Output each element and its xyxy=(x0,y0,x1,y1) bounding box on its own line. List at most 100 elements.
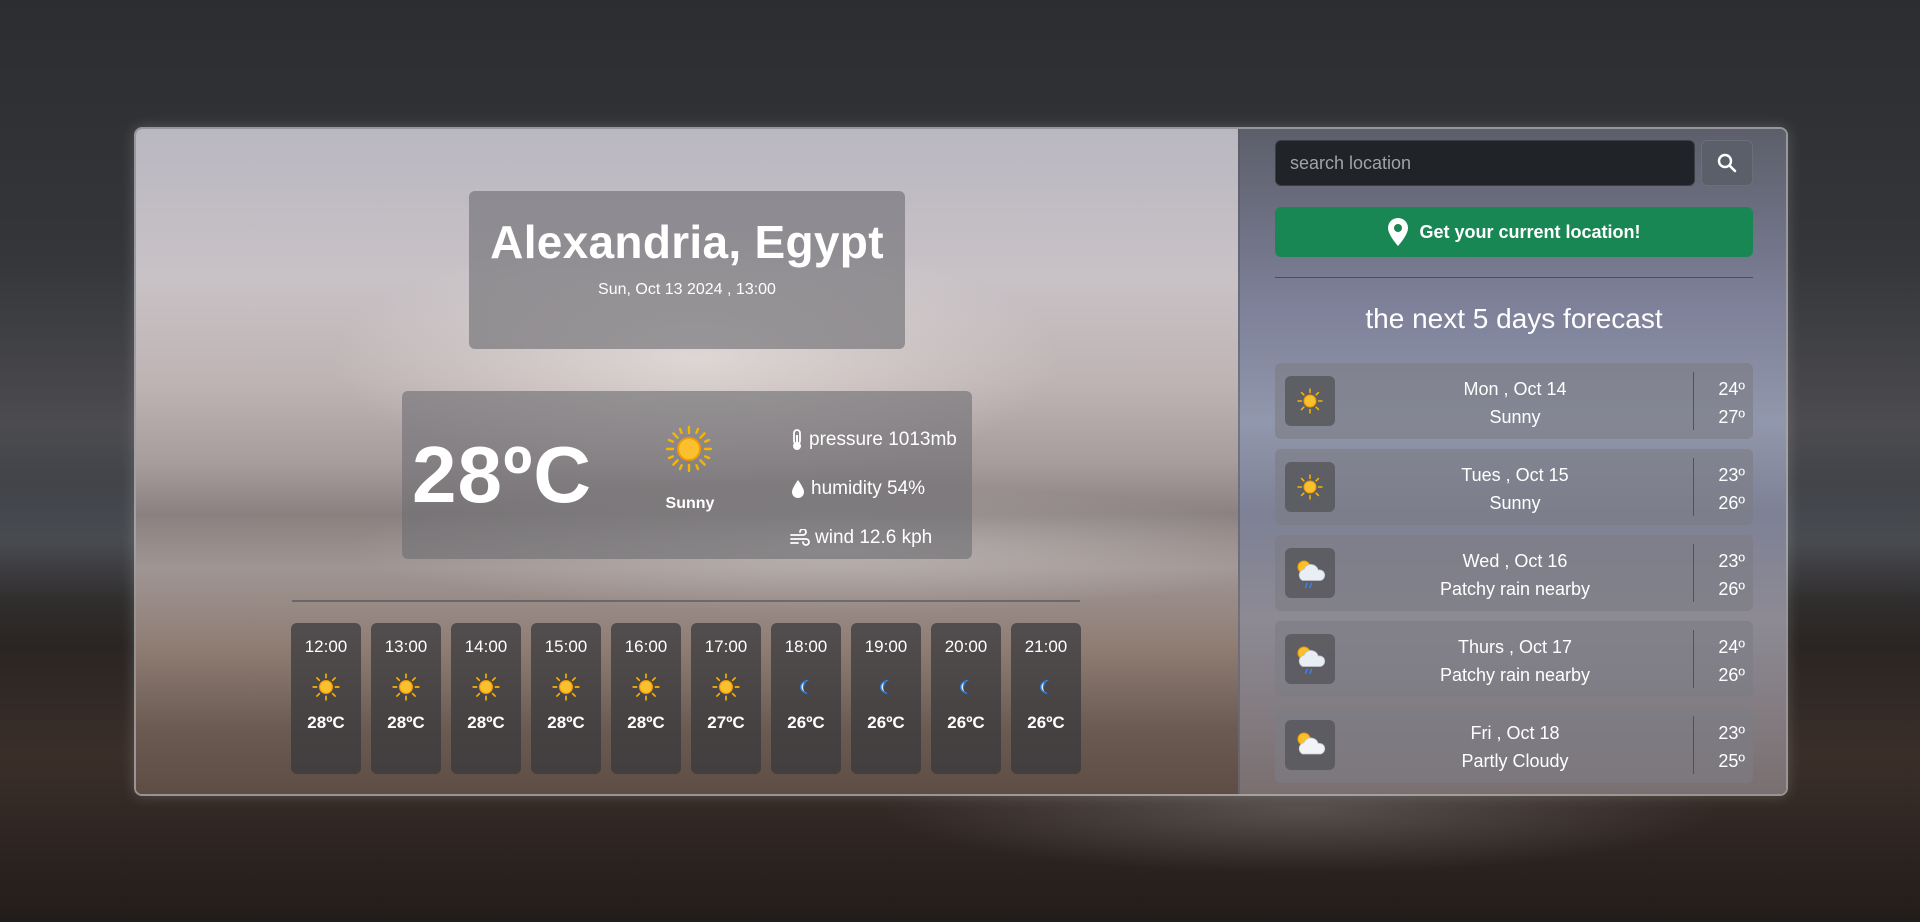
forecast-separator xyxy=(1693,544,1694,602)
forecast-separator xyxy=(1693,458,1694,516)
hour-temp: 26ºC xyxy=(867,713,905,732)
moon-icon xyxy=(1032,673,1060,701)
sun-icon xyxy=(312,673,340,701)
forecast-list: Mon , Oct 14 Sunny 24º 27º Tues , Oct 15… xyxy=(1275,363,1753,793)
hourly-item: 21:00 26ºC xyxy=(1011,623,1081,774)
forecast-temps: 23º 26º xyxy=(1718,547,1745,603)
hourly-item: 20:00 26ºC xyxy=(931,623,1001,774)
forecast-temps: 23º 25º xyxy=(1718,719,1745,775)
pressure-value: pressure 1013mb xyxy=(809,428,957,450)
hour-time: 12:00 xyxy=(304,637,348,656)
location-title: Alexandria, Egypt xyxy=(490,216,884,268)
forecast-separator xyxy=(1693,716,1694,774)
forecast-day: Fri , Oct 18 Partly Cloudy 23º 25º xyxy=(1275,707,1753,783)
forecast-icon-box xyxy=(1285,720,1335,770)
forecast-min: 24º xyxy=(1718,379,1745,399)
map-pin-icon xyxy=(1388,218,1409,246)
hour-temp: 28ºC xyxy=(547,713,585,732)
hourly-forecast: 12:00 28ºC 13:00 28ºC 14:00 28ºC 15:00 2… xyxy=(291,623,1081,774)
current-conditions: 28ºC Sunny pressure 1013mb humidity 54% … xyxy=(402,391,972,559)
hourly-item: 16:00 28ºC xyxy=(611,623,681,774)
forecast-separator xyxy=(1693,630,1694,688)
sun-icon xyxy=(712,673,740,701)
wind-row: wind 12.6 kph xyxy=(790,513,957,562)
forecast-separator xyxy=(1693,372,1694,430)
hour-time: 17:00 xyxy=(704,637,748,656)
partly-cloudy-icon xyxy=(1292,727,1328,763)
current-condition: Sunny xyxy=(665,495,715,512)
forecast-condition: Partly Cloudy xyxy=(1461,751,1569,771)
hour-time: 21:00 xyxy=(1024,637,1068,656)
forecast-text: Mon , Oct 14 Sunny xyxy=(1345,375,1685,431)
current-location-button[interactable]: Get your current location! xyxy=(1275,207,1753,257)
weather-card: Alexandria, Egypt Sun, Oct 13 2024 , 13:… xyxy=(134,127,1788,796)
forecast-min: 23º xyxy=(1718,551,1745,571)
forecast-text: Thurs , Oct 17 Patchy rain nearby xyxy=(1345,633,1685,689)
wind-value: wind 12.6 kph xyxy=(815,526,933,548)
hour-time: 16:00 xyxy=(624,637,668,656)
forecast-temps: 24º 27º xyxy=(1718,375,1745,431)
forecast-day: Wed , Oct 16 Patchy rain nearby 23º 26º xyxy=(1275,535,1753,611)
patchy-rain-icon xyxy=(1292,641,1328,677)
forecast-max: 25º xyxy=(1718,751,1745,771)
sun-icon xyxy=(472,673,500,701)
moon-icon xyxy=(952,673,980,701)
current-weather-pane: Alexandria, Egypt Sun, Oct 13 2024 , 13:… xyxy=(136,129,1238,794)
hour-temp: 26ºC xyxy=(1027,713,1065,732)
forecast-min: 23º xyxy=(1718,465,1745,485)
forecast-max: 26º xyxy=(1718,665,1745,685)
hour-temp: 28ºC xyxy=(387,713,425,732)
forecast-icon-box xyxy=(1285,548,1335,598)
forecast-date: Tues , Oct 15 xyxy=(1461,465,1569,485)
forecast-condition: Patchy rain nearby xyxy=(1439,665,1591,685)
forecast-condition: Sunny xyxy=(1489,407,1541,427)
wind-icon xyxy=(790,528,810,546)
forecast-text: Fri , Oct 18 Partly Cloudy xyxy=(1345,719,1685,775)
hourly-item: 17:00 27ºC xyxy=(691,623,761,774)
forecast-max: 27º xyxy=(1718,407,1745,427)
droplet-icon xyxy=(792,479,804,498)
current-location-label: Get your current location! xyxy=(1419,221,1641,242)
forecast-temps: 24º 26º xyxy=(1718,633,1745,689)
hour-temp: 28ºC xyxy=(467,713,505,732)
hour-time: 13:00 xyxy=(384,637,428,656)
forecast-date: Wed , Oct 16 xyxy=(1462,551,1568,571)
forecast-day: Thurs , Oct 17 Patchy rain nearby 24º 26… xyxy=(1275,621,1753,697)
sun-icon xyxy=(392,673,420,701)
patchy-rain-icon xyxy=(1292,555,1328,591)
hour-time: 19:00 xyxy=(864,637,908,656)
hour-temp: 28ºC xyxy=(307,713,345,732)
search-button[interactable] xyxy=(1701,140,1753,186)
search-icon xyxy=(1717,153,1737,173)
forecast-date: Mon , Oct 14 xyxy=(1463,379,1567,399)
current-stats: pressure 1013mb humidity 54% wind 12.6 k… xyxy=(790,415,957,562)
hour-temp: 26ºC xyxy=(947,713,985,732)
sun-icon xyxy=(665,425,713,473)
forecast-divider xyxy=(1275,277,1753,278)
forecast-icon-box xyxy=(1285,634,1335,684)
pressure-row: pressure 1013mb xyxy=(790,415,957,464)
forecast-text: Tues , Oct 15 Sunny xyxy=(1345,461,1685,517)
forecast-pane: Get your current location! the next 5 da… xyxy=(1238,129,1786,794)
sun-icon xyxy=(1297,388,1323,414)
hour-time: 18:00 xyxy=(784,637,828,656)
forecast-icon-box xyxy=(1285,376,1335,426)
hourly-item: 14:00 28ºC xyxy=(451,623,521,774)
hour-time: 15:00 xyxy=(544,637,588,656)
forecast-temps: 23º 26º xyxy=(1718,461,1745,517)
thermometer-icon xyxy=(793,428,801,450)
moon-icon xyxy=(872,673,900,701)
forecast-max: 26º xyxy=(1718,579,1745,599)
hour-time: 20:00 xyxy=(944,637,988,656)
hour-temp: 28ºC xyxy=(627,713,665,732)
search-input[interactable] xyxy=(1275,140,1695,186)
forecast-min: 23º xyxy=(1718,723,1745,743)
sun-icon xyxy=(552,673,580,701)
forecast-title: the next 5 days forecast xyxy=(1365,303,1663,334)
forecast-condition: Patchy rain nearby xyxy=(1439,579,1591,599)
hour-time: 14:00 xyxy=(464,637,508,656)
moon-icon xyxy=(792,673,820,701)
forecast-icon-box xyxy=(1285,462,1335,512)
forecast-min: 24º xyxy=(1718,637,1745,657)
forecast-date: Thurs , Oct 17 xyxy=(1457,637,1573,657)
